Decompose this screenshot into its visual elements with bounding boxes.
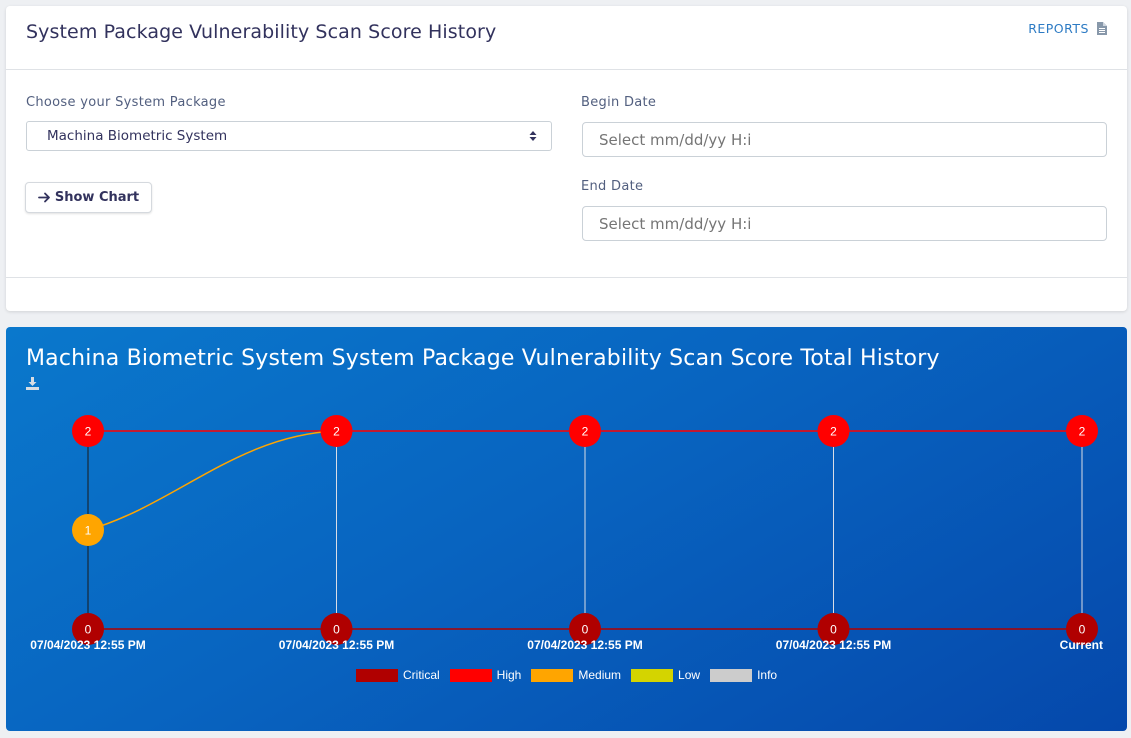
legend-item-low[interactable]: Low <box>631 668 700 682</box>
data-label-critical: 0 <box>582 623 589 637</box>
begin-date-input[interactable] <box>582 122 1107 157</box>
show-chart-button[interactable]: Show Chart <box>25 182 152 213</box>
chart-legend: Critical High Medium Low Info <box>356 668 787 682</box>
arrow-right-icon <box>37 192 50 203</box>
x-tick-label: Current <box>1060 638 1103 652</box>
legend-label: High <box>496 668 522 682</box>
begin-date-label: Begin Date <box>581 95 657 110</box>
series-line-medium <box>87 430 337 531</box>
legend-swatch <box>531 668 574 682</box>
package-select[interactable]: Machina Biometric System <box>26 121 552 151</box>
data-label-high: 2 <box>1079 425 1086 439</box>
card-header: System Package Vulnerability Scan Score … <box>6 6 1127 70</box>
package-select-value: Machina Biometric System <box>47 128 228 144</box>
x-tick-label: 07/04/2023 12:55 PM <box>527 638 642 652</box>
data-label-medium: 1 <box>85 524 92 538</box>
legend-swatch <box>449 668 492 682</box>
legend-swatch <box>710 668 753 682</box>
reports-label: REPORTS <box>1028 21 1089 36</box>
legend-item-high[interactable]: High <box>449 668 522 682</box>
data-label-high: 2 <box>333 425 340 439</box>
data-label-high: 2 <box>85 425 92 439</box>
legend-swatch <box>356 668 398 682</box>
x-tick-label: 07/04/2023 12:55 PM <box>279 638 394 652</box>
selection-card: System Package Vulnerability Scan Score … <box>6 6 1127 311</box>
x-tick-label: 07/04/2023 12:55 PM <box>30 638 145 652</box>
page-title: System Package Vulnerability Scan Score … <box>26 21 497 43</box>
legend-swatch <box>631 668 674 682</box>
data-label-high: 2 <box>830 425 837 439</box>
data-label-critical: 0 <box>333 623 340 637</box>
chevron-updown-icon <box>529 131 537 141</box>
data-label-high: 2 <box>582 425 589 439</box>
reports-link[interactable]: REPORTS <box>1028 21 1107 36</box>
data-label-critical: 0 <box>85 623 92 637</box>
legend-item-info[interactable]: Info <box>710 668 777 682</box>
legend-label: Low <box>678 668 701 682</box>
document-icon <box>1097 22 1107 35</box>
show-chart-label: Show Chart <box>54 190 140 205</box>
end-date-label: End Date <box>581 179 644 194</box>
data-label-critical: 0 <box>830 623 837 637</box>
legend-label: Info <box>757 668 778 682</box>
legend-label: Critical <box>403 668 440 682</box>
x-tick-label: 07/04/2023 12:55 PM <box>776 638 891 652</box>
legend-label: Medium <box>578 668 622 682</box>
divider <box>6 277 1127 278</box>
package-label: Choose your System Package <box>26 95 226 110</box>
legend-item-medium[interactable]: Medium <box>531 668 621 682</box>
legend-item-critical[interactable]: Critical <box>356 668 440 682</box>
end-date-input[interactable] <box>582 206 1107 241</box>
data-label-critical: 0 <box>1079 623 1086 637</box>
chart-card: Machina Biometric System System Package … <box>6 327 1127 731</box>
